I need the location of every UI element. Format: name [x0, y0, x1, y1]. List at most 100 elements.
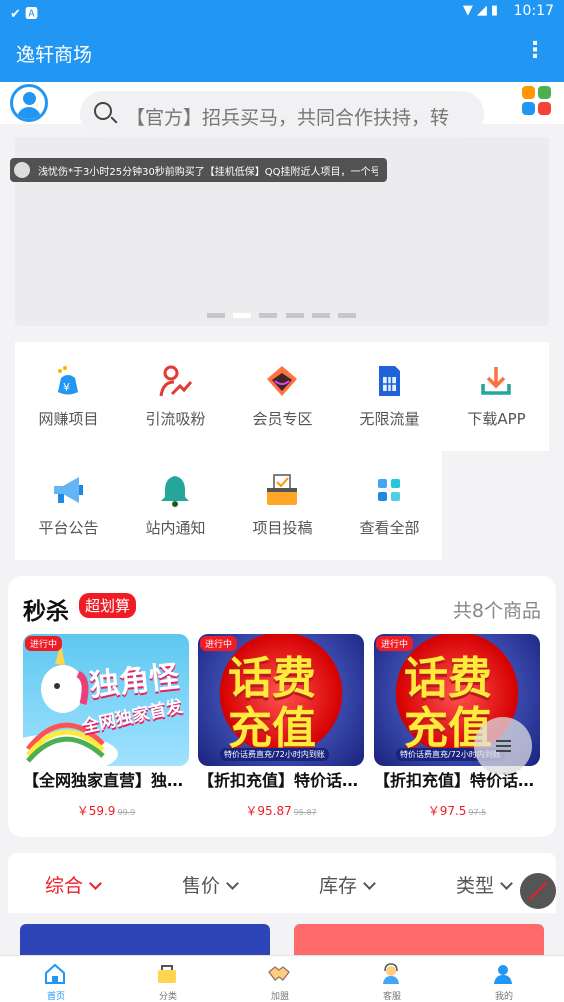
flash-sale-badge: 超划算 [79, 593, 137, 618]
sort-label: 售价 [182, 875, 221, 897]
status-left-icons: ✔ 🅰 [10, 7, 39, 22]
bottom-tab-bar: 首页 分类 加盟 客服 我的 [0, 955, 564, 1002]
tab-home[interactable]: 首页 [0, 956, 112, 1002]
sort-bar: 综合 售价 库存 类型 [8, 853, 556, 913]
app-bar: 逸轩商场 ⋮ [0, 24, 564, 82]
carousel-dot[interactable] [338, 313, 356, 318]
status-right-icons: ▼◢▮ [462, 3, 502, 18]
notice-avatar [14, 162, 30, 178]
grid-item-download[interactable]: 下载APP [443, 342, 550, 442]
grid-item-label: 引流吸粉 [145, 410, 206, 428]
grid-item-notification[interactable]: 站内通知 [122, 451, 229, 551]
flash-sale-section: 秒杀 超划算 共8个商品 独角怪 全网独家首发 进行中 【全网独家直营】独角兽项… [8, 576, 556, 837]
all-apps-icon [378, 479, 400, 501]
search-icon [94, 102, 112, 120]
product-name: 【折扣充值】特价话费充值 [198, 771, 364, 790]
chevron-down-icon [363, 877, 376, 890]
carousel-dot[interactable] [286, 313, 304, 318]
grid-item-label: 站内通知 [145, 519, 206, 537]
app-title: 逸轩商场 [16, 44, 93, 66]
grid-item-label: 会员专区 [252, 410, 313, 428]
search-placeholder: 【官方】招兵买马，共同合作扶持，转 [126, 107, 450, 129]
list-icon [496, 740, 511, 742]
carousel-dot[interactable] [312, 313, 330, 318]
tab-category[interactable]: 分类 [112, 956, 224, 1002]
megaphone-icon [54, 477, 83, 503]
grid-item-earn[interactable]: ¥ 网赚项目 [15, 342, 122, 442]
avatar-body [17, 107, 41, 119]
price-original: 95.87 [293, 808, 317, 817]
grid-item-label: 查看全部 [359, 519, 420, 537]
product-price: ￥97.5 97.5 [374, 802, 540, 819]
list-icon [496, 745, 511, 747]
grid-item-label: 下载APP [467, 410, 526, 428]
status-time: 10:17 [513, 3, 554, 19]
bell-icon [161, 476, 189, 507]
grid-item-label: 平台公告 [38, 519, 99, 537]
product-price: ￥95.87 95.87 [198, 802, 364, 819]
sort-label: 类型 [456, 875, 495, 897]
more-vert-icon[interactable]: ⋮ [524, 38, 546, 63]
sort-comprehensive[interactable]: 综合 [45, 871, 102, 898]
status-badge: 进行中 [25, 636, 63, 651]
sim-card-icon [379, 366, 400, 396]
avatar[interactable] [10, 84, 48, 122]
grid-item-submit[interactable]: 项目投稿 [229, 451, 336, 551]
product-image: 话费 充值 特价话费直充/72小时内到账 进行中 [198, 634, 364, 766]
flash-sale-count[interactable]: 共8个商品 [453, 596, 541, 623]
price-original: 99.9 [117, 808, 136, 817]
product-image-caption: 特价话费直充/72小时内到账 [220, 748, 329, 761]
sort-price[interactable]: 售价 [182, 871, 239, 898]
feature-grid-row: ¥ 网赚项目 引流吸粉 会员专区 无限流量 下载APP [15, 342, 549, 451]
sort-type[interactable]: 类型 [456, 871, 513, 898]
grid-item-all[interactable]: 查看全部 [336, 451, 443, 551]
tab-label: 分类 [158, 992, 177, 1002]
grid-item-label: 项目投稿 [252, 519, 313, 537]
notice-text: 浅忧伤*于3小时25分钟30秒前购买了【挂机低保】QQ挂附近人项目，一个号挂… [38, 167, 378, 178]
price-current: ￥97.5 [427, 804, 467, 818]
sort-stock[interactable]: 库存 [319, 871, 376, 898]
svg-text:¥: ¥ [63, 381, 70, 394]
avatar-head [23, 92, 36, 105]
grid-item-announcement[interactable]: 平台公告 [15, 451, 122, 551]
grid-item-label: 无限流量 [359, 410, 420, 428]
price-current: ￥59.9 [76, 804, 116, 818]
grid-item-vip[interactable]: 会员专区 [229, 342, 336, 442]
status-badge: 进行中 [200, 636, 238, 651]
product-image-subtitle: 充值 [228, 703, 316, 754]
grid-item-data[interactable]: 无限流量 [336, 342, 443, 442]
profile-icon [494, 965, 512, 984]
price-current: ￥95.87 [245, 804, 292, 818]
tab-label: 加盟 [270, 992, 289, 1002]
home-icon [45, 963, 65, 984]
chevron-down-icon [89, 877, 102, 890]
sort-label: 库存 [319, 875, 358, 897]
customer-service-icon [383, 963, 399, 984]
tab-label: 首页 [46, 992, 65, 1002]
price-original: 97.5 [468, 808, 487, 817]
list-icon [496, 750, 511, 752]
purchase-notice: 浅忧伤*于3小时25分钟30秒前购买了【挂机低保】QQ挂附近人项目，一个号挂… [10, 158, 387, 182]
grid-item-label: 网赚项目 [38, 410, 99, 428]
sort-label: 综合 [45, 875, 84, 897]
mute-toggle-button[interactable] [520, 873, 556, 909]
tab-franchise[interactable]: 加盟 [224, 956, 336, 1002]
feature-grid: ¥ 网赚项目 引流吸粉 会员专区 无限流量 下载APP 平台公告 站内通知 项目… [15, 342, 549, 560]
carousel-dot[interactable] [233, 313, 251, 318]
apps-grid-icon[interactable] [522, 86, 552, 116]
download-icon [481, 367, 511, 395]
tab-customer-service[interactable]: 客服 [336, 956, 448, 1002]
product-name: 【全网独家直营】独角兽项目 [23, 771, 189, 790]
search-input[interactable]: 【官方】招兵买马，共同合作扶持，转 [80, 91, 484, 137]
grid-item-traffic[interactable]: 引流吸粉 [122, 342, 229, 442]
status-badge: 进行中 [376, 636, 414, 651]
floating-menu-button[interactable] [474, 717, 532, 775]
tab-profile[interactable]: 我的 [448, 956, 560, 1002]
category-icon [158, 965, 176, 983]
vip-diamond-icon [267, 366, 297, 396]
carousel-dot[interactable] [259, 313, 277, 318]
carousel-dot[interactable] [207, 313, 225, 318]
feature-grid-row: 平台公告 站内通知 项目投稿 查看全部 [15, 451, 442, 560]
chevron-down-icon [226, 877, 239, 890]
chevron-down-icon [500, 877, 513, 890]
